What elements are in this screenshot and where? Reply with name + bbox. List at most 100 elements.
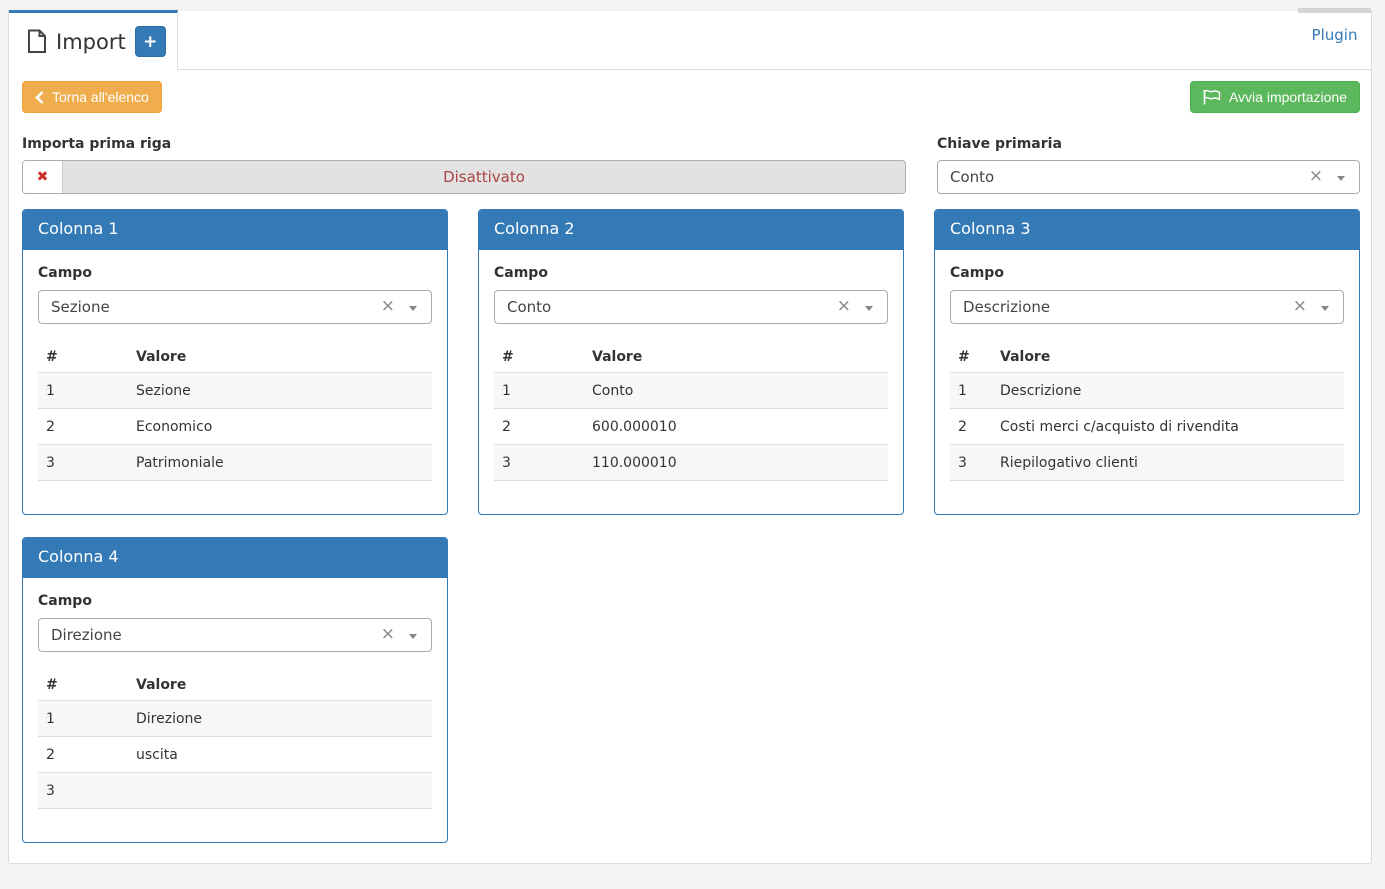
clear-icon[interactable]: × bbox=[381, 626, 395, 643]
index-header: # bbox=[494, 342, 584, 373]
plugin-tab-label: Plugin bbox=[1312, 26, 1358, 44]
table-header-row: # Valore bbox=[494, 342, 888, 373]
start-import-button[interactable]: Avvia importazione bbox=[1190, 81, 1360, 113]
chevron-down-icon[interactable] bbox=[1337, 176, 1345, 181]
field-label: Campo bbox=[950, 265, 1344, 281]
import-first-row-label: Importa prima riga bbox=[22, 136, 906, 152]
table-row: 1Direzione bbox=[38, 701, 432, 737]
field-select[interactable]: Conto × bbox=[494, 290, 888, 324]
field-select[interactable]: Descrizione × bbox=[950, 290, 1344, 324]
value-header: Valore bbox=[992, 342, 1344, 373]
tab-import[interactable]: Import + bbox=[9, 10, 178, 70]
add-button[interactable]: + bbox=[135, 26, 166, 57]
clear-icon[interactable]: × bbox=[1293, 298, 1307, 315]
value-header: Valore bbox=[128, 342, 432, 373]
row-index: 3 bbox=[38, 773, 128, 809]
row-index: 1 bbox=[494, 373, 584, 409]
table-row: 2uscita bbox=[38, 737, 432, 773]
panel-title: Colonna 4 bbox=[23, 538, 447, 578]
panel-body: Campo Direzione × # Valore bbox=[23, 578, 447, 842]
panels-row-2: Colonna 4 Campo Direzione × # Valore bbox=[22, 537, 1360, 843]
panel-body: Campo Descrizione × # Valore bbox=[935, 250, 1359, 514]
field-select-value: Direzione bbox=[51, 626, 122, 644]
tab-plugin[interactable]: Plugin bbox=[1298, 8, 1371, 69]
row-index: 2 bbox=[494, 409, 584, 445]
row-index: 3 bbox=[494, 445, 584, 481]
table-row: 1Sezione bbox=[38, 373, 432, 409]
row-value: Riepilogativo clienti bbox=[992, 445, 1344, 481]
row-value: 110.000010 bbox=[584, 445, 888, 481]
import-first-row-toggle[interactable]: ✖ Disattivato bbox=[22, 160, 906, 194]
table-row: 2Economico bbox=[38, 409, 432, 445]
table-row: 2600.000010 bbox=[494, 409, 888, 445]
field-select-value: Descrizione bbox=[963, 298, 1050, 316]
row-index: 1 bbox=[950, 373, 992, 409]
table-row: 2Costi merci c/acquisto di rivendita bbox=[950, 409, 1344, 445]
table-header-row: # Valore bbox=[950, 342, 1344, 373]
chevron-down-icon[interactable] bbox=[865, 306, 873, 311]
content-area: Torna all'elenco Avvia importazione Impo… bbox=[9, 70, 1371, 863]
row-value: Descrizione bbox=[992, 373, 1344, 409]
row-index: 2 bbox=[950, 409, 992, 445]
clear-icon[interactable]: × bbox=[837, 298, 851, 315]
main-card: Import + Plugin Torna all'elenco bbox=[8, 10, 1372, 864]
flag-icon bbox=[1203, 89, 1221, 105]
row-index: 2 bbox=[38, 409, 128, 445]
values-table: # Valore 1Descrizione 2Costi merci c/acq… bbox=[950, 342, 1344, 481]
values-table: # Valore 1Conto 2600.000010 3110.000010 bbox=[494, 342, 888, 481]
index-header: # bbox=[950, 342, 992, 373]
row-index: 1 bbox=[38, 373, 128, 409]
chevron-down-icon[interactable] bbox=[1321, 306, 1329, 311]
column-panel-1: Colonna 1 Campo Sezione × # Valore bbox=[22, 209, 448, 515]
row-index: 1 bbox=[38, 701, 128, 737]
row-value: Sezione bbox=[128, 373, 432, 409]
row-value: uscita bbox=[128, 737, 432, 773]
table-row: 1Descrizione bbox=[950, 373, 1344, 409]
field-label: Campo bbox=[38, 265, 432, 281]
toggle-off-icon[interactable]: ✖ bbox=[23, 161, 63, 193]
field-select[interactable]: Sezione × bbox=[38, 290, 432, 324]
chevron-left-icon bbox=[35, 91, 44, 104]
primary-key-group: Chiave primaria Conto × bbox=[937, 136, 1360, 194]
values-table: # Valore 1Direzione 2uscita 3 bbox=[38, 670, 432, 809]
field-select-value: Sezione bbox=[51, 298, 110, 316]
chevron-down-icon[interactable] bbox=[409, 306, 417, 311]
field-label: Campo bbox=[38, 593, 432, 609]
chevron-down-icon[interactable] bbox=[409, 634, 417, 639]
panel-title: Colonna 2 bbox=[479, 210, 903, 250]
table-row: 3Riepilogativo clienti bbox=[950, 445, 1344, 481]
column-panel-2: Colonna 2 Campo Conto × # Valore bbox=[478, 209, 904, 515]
primary-key-select[interactable]: Conto × bbox=[937, 160, 1360, 194]
row-value: Costi merci c/acquisto di rivendita bbox=[992, 409, 1344, 445]
row-value: Direzione bbox=[128, 701, 432, 737]
back-button-label: Torna all'elenco bbox=[52, 89, 149, 105]
clear-icon[interactable]: × bbox=[1309, 168, 1323, 185]
tab-strip-spacer: Plugin bbox=[178, 10, 1371, 70]
value-header: Valore bbox=[584, 342, 888, 373]
column-panel-3: Colonna 3 Campo Descrizione × # Valore bbox=[934, 209, 1360, 515]
table-header-row: # Valore bbox=[38, 342, 432, 373]
primary-key-label: Chiave primaria bbox=[937, 136, 1360, 152]
values-table: # Valore 1Sezione 2Economico 3Patrimonia… bbox=[38, 342, 432, 481]
table-header-row: # Valore bbox=[38, 670, 432, 701]
row-value: Economico bbox=[128, 409, 432, 445]
panels-row-1: Colonna 1 Campo Sezione × # Valore bbox=[22, 209, 1360, 515]
row-index: 2 bbox=[38, 737, 128, 773]
value-header: Valore bbox=[128, 670, 432, 701]
start-import-label: Avvia importazione bbox=[1229, 89, 1347, 105]
index-header: # bbox=[38, 342, 128, 373]
import-first-row-group: Importa prima riga ✖ Disattivato bbox=[22, 136, 906, 194]
panel-body: Campo Conto × # Valore bbox=[479, 250, 903, 514]
panel-title: Colonna 1 bbox=[23, 210, 447, 250]
panel-title: Colonna 3 bbox=[935, 210, 1359, 250]
field-select[interactable]: Direzione × bbox=[38, 618, 432, 652]
back-to-list-button[interactable]: Torna all'elenco bbox=[22, 81, 162, 113]
column-panel-4: Colonna 4 Campo Direzione × # Valore bbox=[22, 537, 448, 843]
row-value: Patrimoniale bbox=[128, 445, 432, 481]
table-row: 1Conto bbox=[494, 373, 888, 409]
primary-key-value: Conto bbox=[950, 168, 994, 186]
row-index: 3 bbox=[38, 445, 128, 481]
toolbar: Torna all'elenco Avvia importazione bbox=[22, 81, 1360, 113]
toggle-status[interactable]: Disattivato bbox=[63, 161, 905, 193]
clear-icon[interactable]: × bbox=[381, 298, 395, 315]
